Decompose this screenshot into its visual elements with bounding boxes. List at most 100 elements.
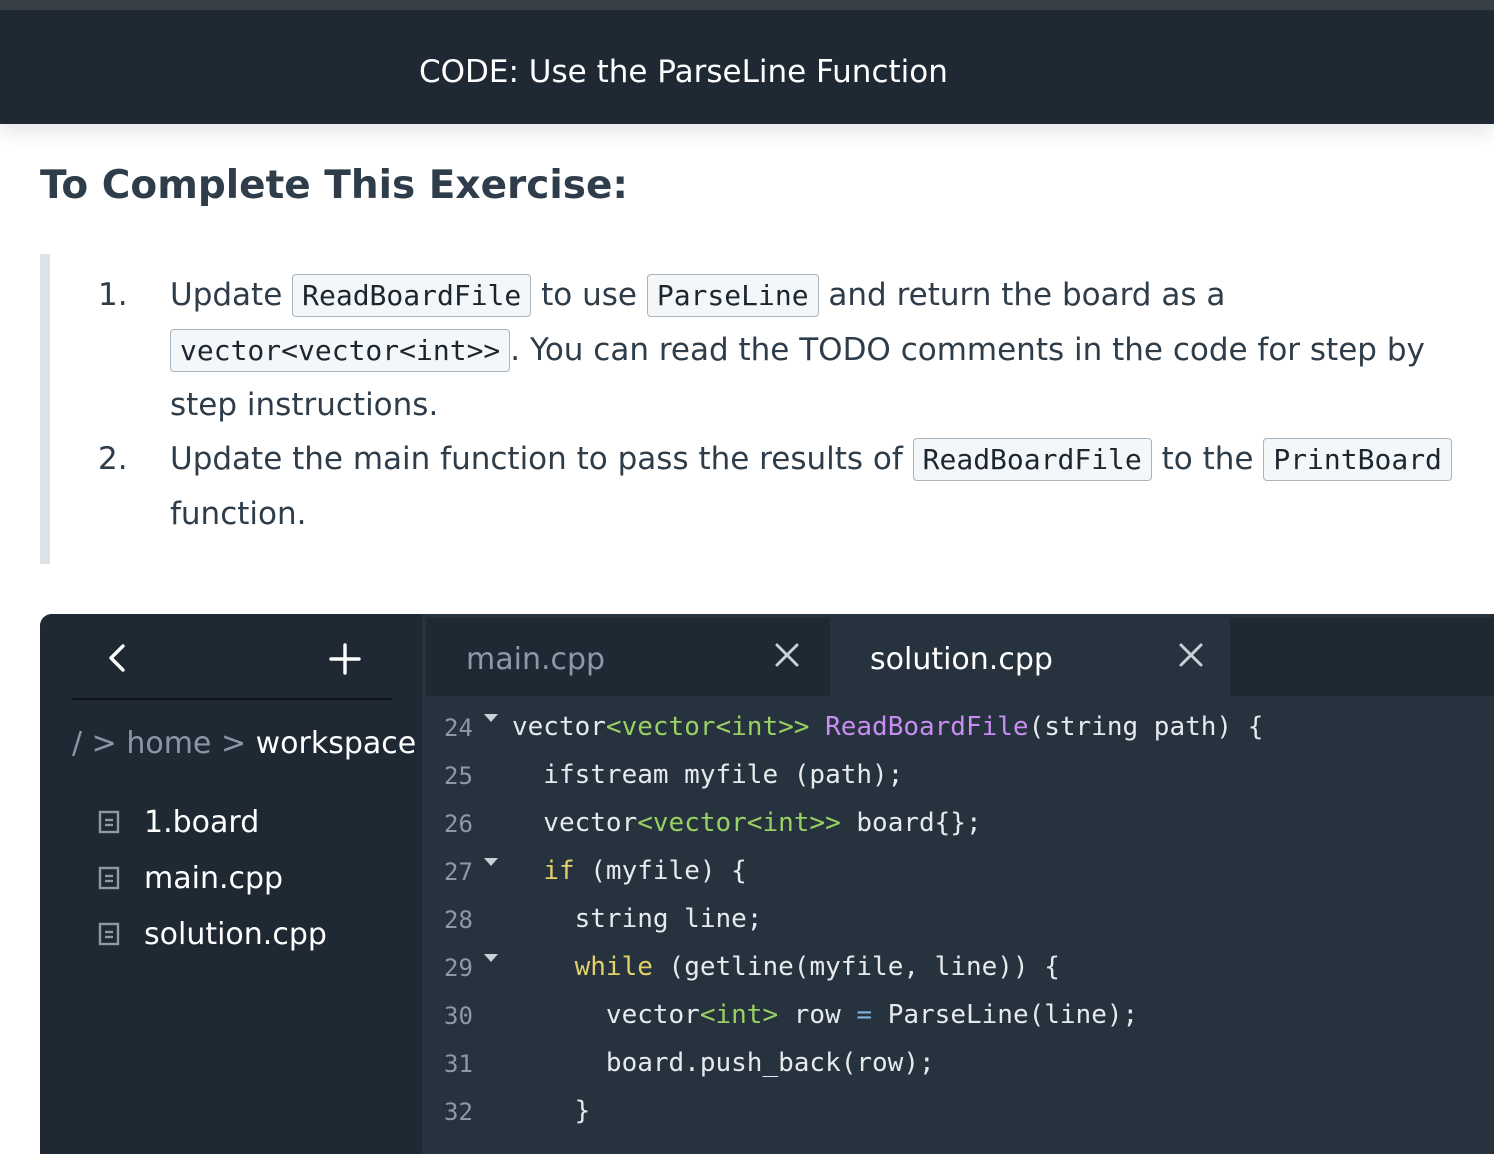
close-icon[interactable] — [772, 640, 802, 670]
instruction-step-2: 2. Update the main function to pass the r… — [98, 432, 1484, 541]
file-name: main.cpp — [144, 860, 284, 896]
code-editor[interactable]: 24 vector<vector<int>> ReadBoardFile(str… — [426, 696, 1494, 1154]
code-text: string line; — [512, 904, 763, 934]
code-token-keyword: if — [543, 856, 575, 886]
code-token-type: <vector<int>> — [637, 808, 841, 838]
code-token: (string path) { — [1028, 712, 1264, 742]
chevron-left-icon — [109, 644, 125, 672]
line-number: 28 — [444, 906, 473, 934]
instructions-list: 1. Update ReadBoardFile to use ParseLine … — [98, 268, 1484, 541]
code-text: } — [512, 1096, 591, 1126]
file-item-main-cpp[interactable]: main.cpp — [98, 850, 327, 906]
line-number: 27 — [444, 858, 473, 886]
step-text: to the — [1151, 441, 1264, 477]
inline-code: ParseLine — [646, 274, 819, 317]
top-strip — [0, 0, 1494, 10]
tab-main-cpp[interactable]: main.cpp — [426, 618, 826, 696]
line-number: 31 — [444, 1050, 473, 1078]
code-text: vector<vector<int>> board{}; — [512, 808, 982, 838]
breadcrumb-root[interactable]: / — [72, 726, 82, 761]
blockquote-bar — [40, 254, 50, 564]
inline-code: ReadBoardFile — [912, 438, 1152, 481]
plus-icon — [329, 643, 361, 675]
code-text: board.push_back(row); — [512, 1048, 935, 1078]
code-text: while (getline(myfile, line)) { — [512, 952, 1060, 982]
code-token: string line; — [512, 904, 763, 934]
inline-code: ReadBoardFile — [292, 274, 532, 317]
step-number: 2. — [98, 441, 128, 477]
tab-label: main.cpp — [466, 642, 606, 677]
code-text: if (myfile) { — [512, 856, 747, 886]
inline-code: vector<vector<int>> — [170, 329, 511, 372]
add-file-button[interactable] — [328, 642, 362, 683]
code-text: vector<int> row = ParseLine(line); — [512, 1000, 1138, 1030]
fold-arrow-icon[interactable] — [484, 858, 498, 866]
line-number: 24 — [444, 714, 473, 742]
back-button[interactable] — [106, 642, 128, 681]
breadcrumb: / > home > workspace — [72, 726, 416, 761]
breadcrumb-current: workspace — [255, 726, 417, 761]
code-token-function: ReadBoardFile — [825, 712, 1029, 742]
editor-area: main.cpp solution.cpp 24 vector<vector<i… — [422, 614, 1494, 1154]
line-number: 29 — [444, 954, 473, 982]
code-token: (getline(myfile, line)) { — [652, 952, 1060, 982]
code-token: (myfile) { — [574, 856, 747, 886]
step-number: 1. — [98, 277, 128, 313]
code-token-type: <int> — [699, 1000, 779, 1030]
editor-tab-bar: main.cpp solution.cpp — [426, 618, 1494, 696]
file-item-solution-cpp[interactable]: solution.cpp — [98, 906, 327, 962]
file-icon — [98, 922, 120, 946]
code-token: vector — [512, 712, 606, 742]
step-text: and return the board as a — [818, 277, 1226, 313]
code-token: ParseLine(line); — [872, 1000, 1139, 1030]
step-text: function. — [170, 496, 307, 532]
code-token-keyword: while — [574, 952, 653, 982]
line-number: 25 — [444, 762, 473, 790]
file-item-1-board[interactable]: 1.board — [98, 794, 327, 850]
file-name: 1.board — [144, 804, 260, 840]
fold-arrow-icon[interactable] — [484, 714, 498, 722]
code-line: 29 while (getline(myfile, line)) { — [426, 942, 1494, 990]
code-line: 25 ifstream myfile (path); — [426, 750, 1494, 798]
code-token-type: <vector<int>> — [605, 712, 810, 742]
code-token: ifstream myfile (path); — [512, 760, 904, 790]
code-token: vector — [512, 1000, 700, 1030]
line-number: 26 — [444, 810, 473, 838]
step-text: to use — [531, 277, 647, 313]
code-token: board{}; — [840, 808, 982, 838]
line-number: 30 — [444, 1002, 473, 1030]
code-line: 32 } — [426, 1086, 1494, 1134]
step-text: Update — [170, 277, 293, 313]
line-number: 32 — [444, 1098, 473, 1126]
tab-label: solution.cpp — [870, 642, 1053, 677]
file-name: solution.cpp — [144, 916, 327, 952]
code-line: 26 vector<vector<int>> board{}; — [426, 798, 1494, 846]
instruction-step-1: 1. Update ReadBoardFile to use ParseLine … — [98, 268, 1484, 432]
code-workspace: / > home > workspace 1.board main.cpp so… — [40, 614, 1494, 1154]
code-line: 31 board.push_back(row); — [426, 1038, 1494, 1086]
code-line: 24 vector<vector<int>> ReadBoardFile(str… — [426, 702, 1494, 750]
code-line: 28 string line; — [426, 894, 1494, 942]
instructions-blockquote: 1. Update ReadBoardFile to use ParseLine … — [40, 254, 1480, 564]
code-token-operator: = — [856, 1000, 873, 1030]
code-line: 27 if (myfile) { — [426, 846, 1494, 894]
code-line: 30 vector<int> row = ParseLine(line); — [426, 990, 1494, 1038]
code-token: } — [512, 1096, 591, 1126]
code-text: vector<vector<int>> ReadBoardFile(string… — [512, 712, 1263, 742]
breadcrumb-separator: > — [91, 726, 117, 761]
file-icon — [98, 810, 120, 834]
breadcrumb-home[interactable]: home — [126, 726, 211, 761]
close-icon[interactable] — [1176, 640, 1206, 670]
section-heading: To Complete This Exercise: — [40, 163, 629, 208]
file-list: 1.board main.cpp solution.cpp — [98, 794, 327, 962]
sidebar-divider — [72, 698, 392, 700]
file-icon — [98, 866, 120, 890]
file-sidebar: / > home > workspace 1.board main.cpp so… — [40, 614, 422, 1154]
code-token: row — [778, 1000, 857, 1030]
fold-arrow-icon[interactable] — [484, 954, 498, 962]
tab-solution-cpp[interactable]: solution.cpp — [830, 618, 1230, 696]
step-text: Update the main function to pass the res… — [170, 441, 913, 477]
